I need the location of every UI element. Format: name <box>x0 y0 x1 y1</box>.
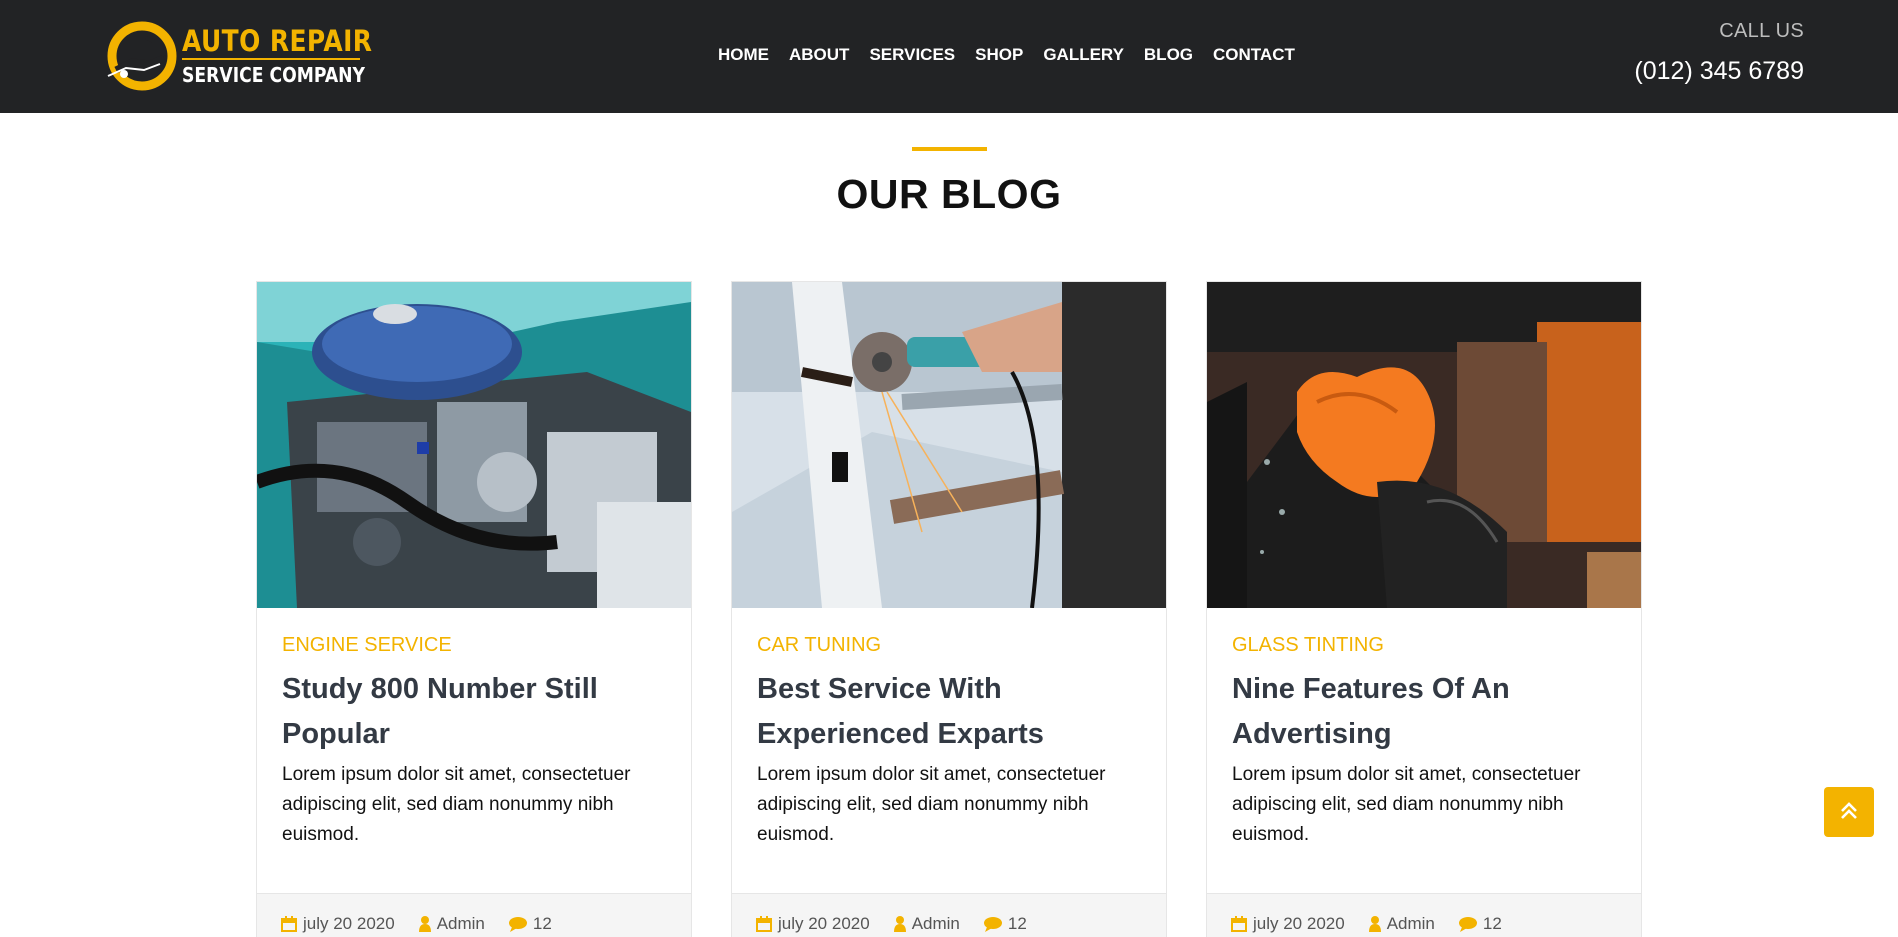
post-author[interactable]: Admin <box>418 914 485 934</box>
scroll-to-top-button[interactable] <box>1824 787 1874 837</box>
logo-divider <box>182 58 360 60</box>
comment-icon <box>1458 916 1477 932</box>
nav-about[interactable]: ABOUT <box>789 45 849 65</box>
call-label: CALL US <box>1719 20 1804 42</box>
post-date[interactable]: july 20 2020 <box>281 914 395 934</box>
post-meta: july 20 2020 Admin 12 <box>257 893 691 937</box>
blog-card[interactable]: GLASS TINTING Nine Features Of An Advert… <box>1206 281 1642 937</box>
post-comments[interactable]: 12 <box>508 914 552 934</box>
logo-title: AUTO REPAIR <box>182 24 373 58</box>
post-date-text: july 20 2020 <box>303 914 395 933</box>
post-date[interactable]: july 20 2020 <box>756 914 870 934</box>
post-title[interactable]: Nine Features Of An Advertising <box>1232 667 1627 757</box>
post-author-text: Admin <box>436 914 485 933</box>
nav-blog[interactable]: BLOG <box>1144 45 1193 65</box>
nav-home[interactable]: HOME <box>718 45 769 65</box>
logo-mark-icon <box>107 21 177 91</box>
post-meta: july 20 2020 Admin 12 <box>732 893 1166 937</box>
post-comments[interactable]: 12 <box>1458 914 1502 934</box>
calendar-icon <box>756 916 772 932</box>
nav-gallery[interactable]: GALLERY <box>1043 45 1124 65</box>
post-date[interactable]: july 20 2020 <box>1231 914 1345 934</box>
post-date-text: july 20 2020 <box>1253 914 1345 933</box>
post-meta: july 20 2020 Admin 12 <box>1207 893 1641 937</box>
post-category[interactable]: CAR TUNING <box>757 634 881 657</box>
phone-number[interactable]: (012) 345 6789 <box>1634 57 1804 86</box>
logo-subtitle: SERVICE COMPANY <box>182 63 366 87</box>
user-icon <box>1368 916 1381 932</box>
calendar-icon <box>281 916 297 932</box>
blog-image-engine[interactable] <box>257 282 691 608</box>
nav-contact[interactable]: CONTACT <box>1213 45 1295 65</box>
post-author-text: Admin <box>911 914 960 933</box>
blog-image-tuning[interactable] <box>732 282 1166 608</box>
post-comments-count: 12 <box>1007 914 1027 933</box>
post-title[interactable]: Study 800 Number Still Popular <box>282 667 677 757</box>
blog-image-tinting[interactable] <box>1207 282 1641 608</box>
post-category[interactable]: ENGINE SERVICE <box>282 634 452 657</box>
call-us: CALL US (012) 345 6789 <box>1634 20 1804 86</box>
title-accent-bar <box>912 147 987 151</box>
post-category[interactable]: GLASS TINTING <box>1232 634 1384 657</box>
post-comments-count: 12 <box>532 914 552 933</box>
nav-services[interactable]: SERVICES <box>869 45 955 65</box>
post-author-text: Admin <box>1386 914 1435 933</box>
comment-icon <box>508 916 527 932</box>
post-comments[interactable]: 12 <box>983 914 1027 934</box>
post-comments-count: 12 <box>1482 914 1502 933</box>
post-author[interactable]: Admin <box>893 914 960 934</box>
double-chevron-up-icon <box>1838 799 1860 826</box>
post-date-text: july 20 2020 <box>778 914 870 933</box>
user-icon <box>893 916 906 932</box>
blog-card[interactable]: ENGINE SERVICE Study 800 Number Still Po… <box>256 281 692 937</box>
post-author[interactable]: Admin <box>1368 914 1435 934</box>
main-nav: HOME ABOUT SERVICES SHOP GALLERY BLOG CO… <box>718 45 1295 65</box>
post-excerpt: Lorem ipsum dolor sit amet, consectetuer… <box>757 764 1106 845</box>
blog-card[interactable]: CAR TUNING Best Service With Experienced… <box>731 281 1167 937</box>
post-excerpt: Lorem ipsum dolor sit amet, consectetuer… <box>282 764 631 845</box>
post-title[interactable]: Best Service With Experienced Exparts <box>757 667 1152 757</box>
calendar-icon <box>1231 916 1247 932</box>
comment-icon <box>983 916 1002 932</box>
section-title: OUR BLOG <box>836 171 1062 217</box>
site-header: AUTO REPAIR SERVICE COMPANY HOME ABOUT S… <box>0 0 1898 113</box>
post-excerpt: Lorem ipsum dolor sit amet, consectetuer… <box>1232 764 1581 845</box>
nav-shop[interactable]: SHOP <box>975 45 1023 65</box>
logo[interactable]: AUTO REPAIR SERVICE COMPANY <box>102 18 372 94</box>
user-icon <box>418 916 431 932</box>
